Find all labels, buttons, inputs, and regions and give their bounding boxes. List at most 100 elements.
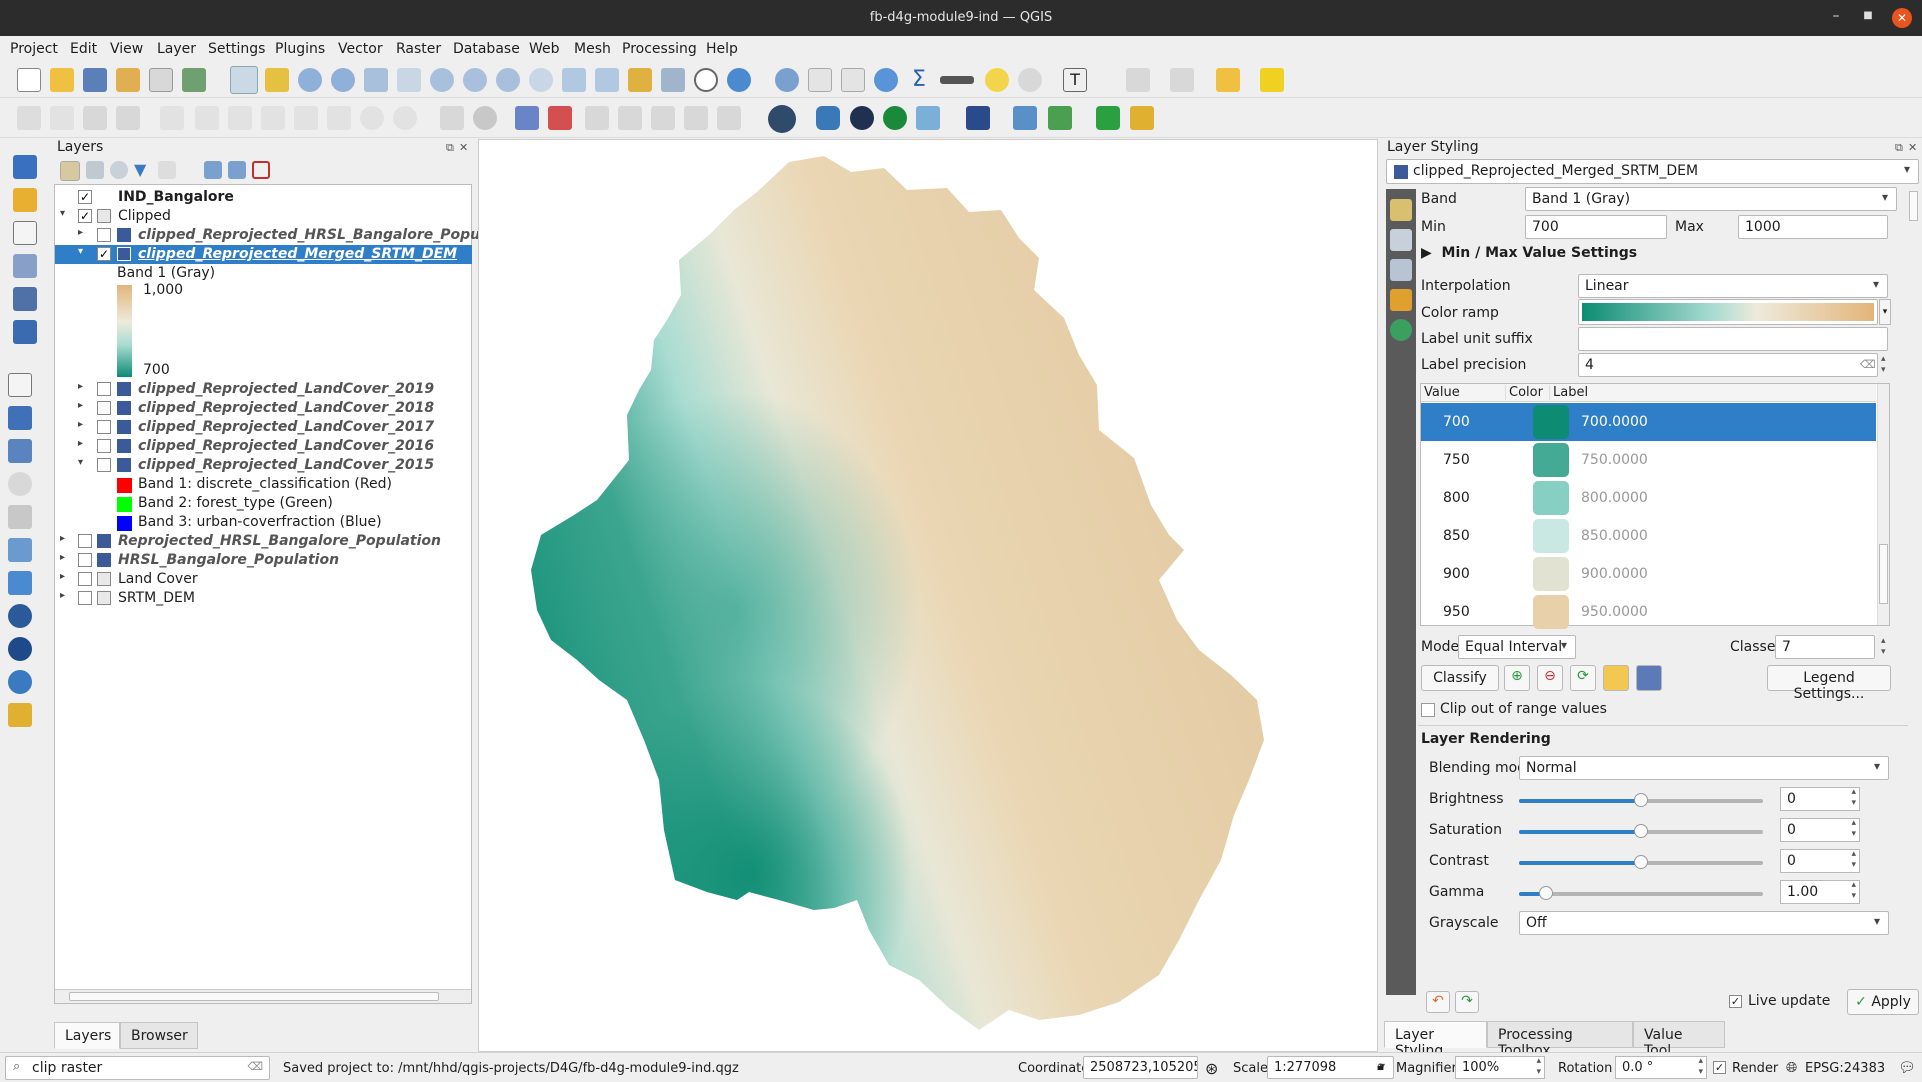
collapse-arrow-icon[interactable]: ▾	[60, 208, 70, 219]
render-checkbox[interactable]: ✓	[1713, 1061, 1726, 1074]
symbology-icon[interactable]	[1390, 199, 1412, 221]
menu-settings[interactable]: Settings	[208, 41, 265, 57]
export-colormap-icon[interactable]	[1636, 665, 1662, 691]
slider-knob[interactable]	[1634, 793, 1648, 807]
menu-layer[interactable]: Layer	[157, 41, 196, 57]
undo-icon[interactable]: ↶	[1426, 991, 1450, 1013]
layer-selector[interactable]: clipped_Reprojected_Merged_SRTM_DEM	[1386, 159, 1919, 184]
edit-pencil-icon[interactable]	[17, 106, 41, 130]
class-label[interactable]: 750.0000	[1581, 452, 1648, 468]
vertex-tool-icon[interactable]	[160, 106, 184, 130]
transparency-icon[interactable]	[1390, 229, 1412, 251]
attribute-table-icon[interactable]	[808, 68, 832, 92]
layer-landcover-2016[interactable]: ▸ clipped_Reprojected_LandCover_2016	[55, 437, 472, 456]
python-console-icon[interactable]	[816, 106, 840, 130]
group-srtm-dem[interactable]: ▸ SRTM_DEM	[55, 589, 472, 608]
apply-button[interactable]: ✓ Apply	[1847, 989, 1919, 1015]
locator-search[interactable]: ⌕ clip raster ⌫	[5, 1056, 270, 1080]
add-raster-icon[interactable]	[13, 254, 37, 278]
blending-select[interactable]: Normal	[1519, 756, 1889, 780]
menu-mesh[interactable]: Mesh	[574, 41, 611, 57]
min-input[interactable]: 700	[1525, 215, 1667, 239]
show-bookmarks-icon[interactable]	[661, 68, 685, 92]
contrast-input[interactable]: 0	[1780, 849, 1860, 873]
precision-spin-icon[interactable]: ▴ ▾	[1881, 354, 1886, 376]
deselect-features-icon[interactable]	[1170, 68, 1194, 92]
menu-processing[interactable]: Processing	[622, 41, 697, 57]
paste-features-icon[interactable]	[327, 106, 351, 130]
layer-checkbox[interactable]	[97, 382, 111, 396]
add-wms-icon[interactable]	[8, 439, 32, 463]
clear-icon[interactable]: ⌫	[1860, 358, 1876, 371]
class-label[interactable]: 700.0000	[1581, 414, 1648, 430]
open-project-icon[interactable]	[50, 68, 74, 92]
menu-raster[interactable]: Raster	[396, 41, 441, 57]
map-canvas[interactable]	[478, 139, 1378, 1052]
redo-icon[interactable]: ↷	[1455, 991, 1479, 1013]
label-highlight-icon[interactable]	[515, 106, 539, 130]
locator-icon[interactable]	[1018, 68, 1042, 92]
layer-checkbox[interactable]: ✓	[78, 190, 92, 204]
undo-icon[interactable]	[360, 106, 384, 130]
reverse-icon[interactable]: ⟳	[1570, 665, 1596, 691]
zoom-selection-icon[interactable]	[397, 68, 421, 92]
globe-plugin-icon[interactable]	[768, 105, 796, 133]
toggle-editing-icon[interactable]	[50, 106, 74, 130]
new-project-icon[interactable]	[17, 68, 41, 92]
menu-project[interactable]: Project	[10, 41, 58, 57]
add-postgis-icon[interactable]	[8, 406, 32, 430]
raster-export-icon[interactable]	[1048, 106, 1072, 130]
layer-hrsl[interactable]: ▸ HRSL_Bangalore_Population	[55, 551, 472, 570]
band-select[interactable]: Band 1 (Gray)	[1525, 187, 1897, 211]
minmax-settings-toggle[interactable]: ▶ Min / Max Value Settings	[1421, 245, 1637, 261]
filter-icon[interactable]: ▼	[134, 161, 152, 179]
class-color[interactable]	[1533, 443, 1569, 477]
layout-manager-icon[interactable]	[149, 68, 173, 92]
modify-attributes-icon[interactable]	[195, 106, 219, 130]
data-source-manager-icon[interactable]	[13, 155, 37, 179]
refresh-icon[interactable]	[727, 68, 751, 92]
zoom-native-icon[interactable]	[463, 68, 487, 92]
scrollbar-handle[interactable]	[1909, 191, 1918, 221]
pan-icon[interactable]	[230, 66, 258, 94]
raster-calculator-icon[interactable]	[1013, 106, 1037, 130]
layer-checkbox[interactable]	[97, 401, 111, 415]
add-delimited-text-icon[interactable]	[13, 320, 37, 344]
layer-ind-bangalore[interactable]: ✓ IND_Bangalore	[55, 188, 472, 207]
table-row[interactable]: 900 900.0000	[1421, 555, 1876, 593]
add-point-cloud-icon[interactable]	[8, 670, 32, 694]
class-color[interactable]	[1533, 481, 1569, 515]
group-checkbox[interactable]	[78, 572, 92, 586]
layer-landcover-2019[interactable]: ▸ clipped_Reprojected_LandCover_2019	[55, 380, 472, 399]
group-checkbox[interactable]: ✓	[78, 209, 92, 223]
panel-float-icon[interactable]: ⧉	[1895, 141, 1903, 155]
expand-arrow-icon[interactable]: ▸	[78, 400, 88, 411]
add-wcs-icon[interactable]	[8, 505, 32, 529]
collapse-arrow-icon[interactable]: ▾	[78, 457, 88, 468]
horizontal-scrollbar[interactable]	[55, 989, 471, 1003]
expand-arrow-icon[interactable]: ▸	[60, 571, 70, 582]
class-value[interactable]: 850	[1443, 528, 1470, 544]
label-move-icon[interactable]	[585, 106, 609, 130]
plugin-tool-icon[interactable]	[1130, 106, 1154, 130]
cut-features-icon[interactable]	[261, 106, 285, 130]
messages-icon[interactable]: 💬︎	[1898, 1060, 1916, 1076]
bookmark-icon[interactable]	[628, 68, 652, 92]
new-geopackage-icon[interactable]	[13, 188, 37, 212]
styling-scrollbar[interactable]	[1908, 187, 1920, 945]
gamma-input[interactable]: 1.00	[1780, 880, 1860, 904]
color-ramp-dropdown-icon[interactable]: ▾	[1879, 299, 1891, 325]
field-calculator-icon[interactable]	[841, 68, 865, 92]
filter-expression-icon[interactable]	[158, 161, 176, 179]
menu-help[interactable]: Help	[706, 41, 738, 57]
georeferencer-icon[interactable]	[916, 106, 940, 130]
table-row[interactable]: 750 750.0000	[1421, 441, 1876, 479]
expand-arrow-icon[interactable]: ▸	[78, 419, 88, 430]
magnifier-input[interactable]: 100%	[1455, 1056, 1545, 1079]
add-mesh-icon[interactable]	[13, 287, 37, 311]
add-virtual-layer-icon[interactable]	[8, 538, 32, 562]
layer-checkbox[interactable]	[78, 534, 92, 548]
class-color[interactable]	[1533, 519, 1569, 553]
label-change-icon[interactable]	[651, 106, 675, 130]
scrollbar-handle[interactable]	[69, 992, 439, 1001]
